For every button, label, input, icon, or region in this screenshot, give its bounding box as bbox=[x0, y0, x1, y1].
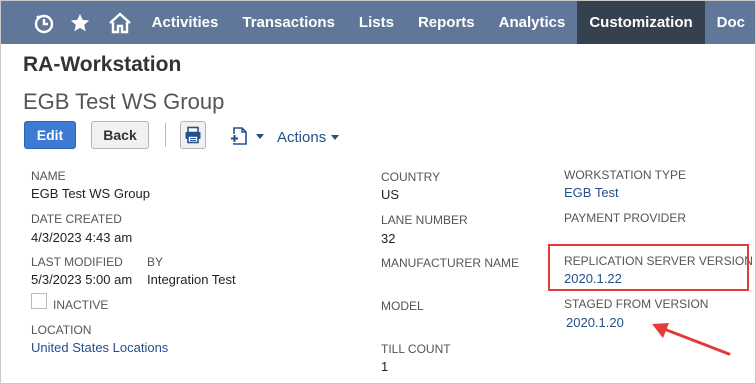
page-frame: Activities Transactions Lists Reports An… bbox=[0, 0, 756, 384]
annotation-arrow-icon bbox=[652, 323, 731, 356]
